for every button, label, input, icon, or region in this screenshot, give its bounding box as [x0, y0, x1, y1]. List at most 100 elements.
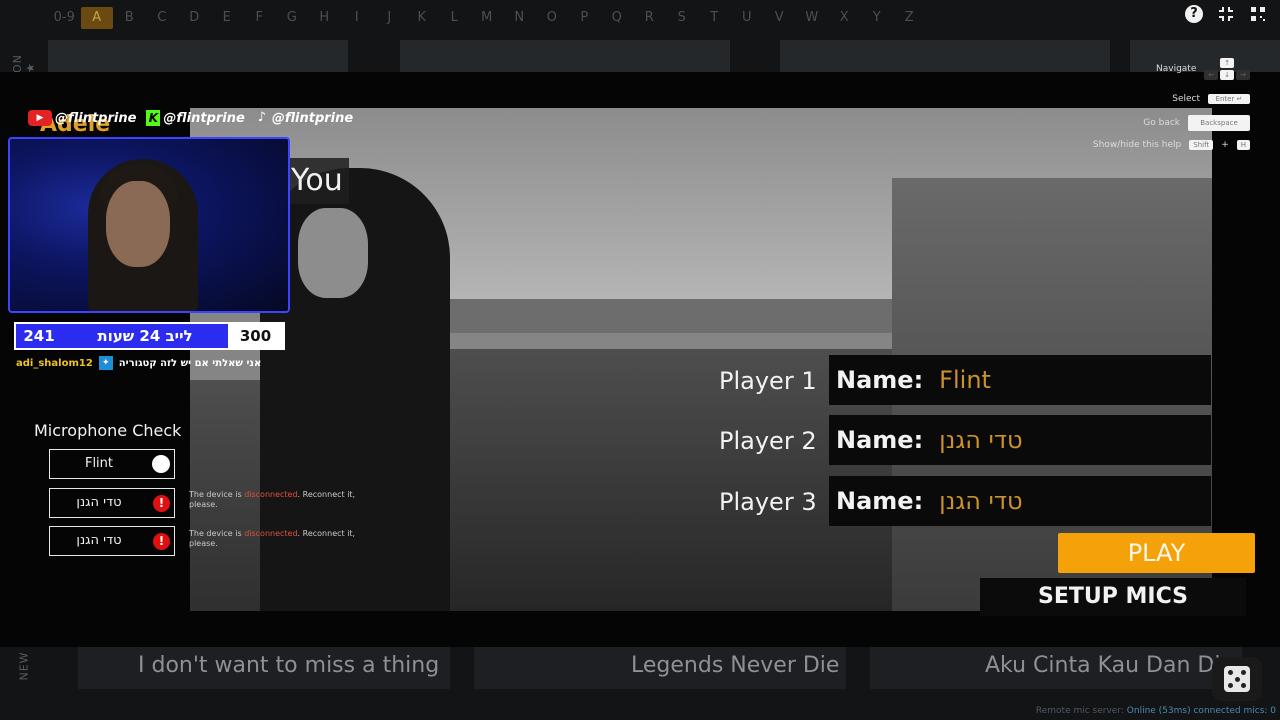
counter-left-value: 241 [23, 327, 55, 345]
song-tile-title: Aku Cinta Kau Dan Di [985, 653, 1221, 678]
counter-right-value: 300 [228, 324, 283, 348]
tiktok-icon: ♪ [257, 110, 266, 125]
alpha-item[interactable]: Q [601, 7, 634, 29]
chat-badge-icon: ✦ [98, 356, 113, 370]
qr-code-icon[interactable] [1248, 4, 1268, 24]
alpha-item[interactable]: G [276, 7, 309, 29]
social-kick: K @flintprine [146, 110, 245, 126]
name-label: Name: [836, 426, 924, 454]
enter-key: Enter ↵ [1208, 94, 1250, 104]
connected-mics: connected mics: 0 [1193, 706, 1276, 716]
mic-error-note: The device is disconnected. Reconnect it… [189, 529, 359, 549]
alpha-item[interactable]: J [373, 7, 406, 29]
player-name-value: Flint [939, 366, 991, 394]
song-tile-title: I don't want to miss a thing [138, 653, 440, 678]
alpha-item[interactable]: E [211, 7, 244, 29]
arrow-down-key: ↓ [1220, 70, 1235, 80]
youtube-icon: ▶ [28, 110, 52, 126]
social-handle: @flintprine [163, 110, 245, 126]
alpha-item[interactable]: Z [893, 7, 926, 29]
alphabet-filter-bar: 0-9 A B C D E F G H I J K L M N O P Q R … [48, 6, 926, 30]
player-3-name-field[interactable]: Name: טדי הגנן [829, 476, 1211, 526]
chat-text: אני שאלתי אם יש לזה קטגוריה [118, 357, 262, 369]
mic-check-title: Microphone Check [34, 421, 182, 440]
alpha-item[interactable]: N [503, 7, 536, 29]
plus-sign: + [1221, 140, 1229, 150]
alpha-item[interactable]: H [308, 7, 341, 29]
help-select: Select Enter ↵ [1172, 94, 1250, 104]
help-go-back: Go back Backspace [1143, 115, 1250, 131]
alpha-item[interactable]: R [633, 7, 666, 29]
song-tile-title: Legends Never Die [631, 653, 840, 678]
mic-row-1[interactable]: Flint [49, 449, 175, 479]
alpha-item[interactable]: P [568, 7, 601, 29]
chat-message: adi_shalom12 ✦ אני שאלתי אם יש לזה קטגור… [16, 356, 261, 370]
alpha-item[interactable]: B [113, 7, 146, 29]
mic-player-name: טדי הגנן [76, 533, 122, 548]
mic-note-status: disconnected [244, 490, 298, 499]
help-toggle: Show/hide this help Shift + H [1093, 140, 1250, 150]
mic-player-name: טדי הגנן [76, 495, 122, 510]
server-status-label: Remote mic server: [1035, 706, 1124, 716]
player-name-value: טדי הגנן [939, 487, 1023, 515]
alpha-item[interactable]: U [731, 7, 764, 29]
status-bar: Remote mic server: Online (53ms) connect… [1036, 706, 1276, 716]
player-2-label: Player 2 [719, 427, 817, 455]
alpha-item[interactable]: I [341, 7, 374, 29]
player-1-name-field[interactable]: Name: Flint [829, 355, 1211, 405]
mic-row-3[interactable]: טדי הגנן ! [49, 526, 175, 556]
help-go-back-label: Go back [1143, 118, 1180, 128]
alpha-item[interactable]: C [146, 7, 179, 29]
help-navigate-label: Navigate [1156, 64, 1197, 74]
play-button[interactable]: PLAY [1058, 533, 1255, 573]
alpha-item[interactable]: K [406, 7, 439, 29]
help-icon[interactable]: ? [1184, 4, 1204, 24]
mic-player-name: Flint [84, 456, 114, 471]
mic-note-text: The device is [189, 529, 245, 538]
player-2-name-field[interactable]: Name: טדי הגנן [829, 415, 1211, 465]
counter-label: לייב 24 שעות [97, 327, 193, 345]
alpha-item[interactable]: L [438, 7, 471, 29]
player-name-value: טדי הגנן [939, 426, 1023, 454]
social-youtube: ▶ @flintprine [28, 110, 136, 126]
help-select-label: Select [1172, 94, 1200, 104]
mic-error-note: The device is disconnected. Reconnect it… [189, 490, 359, 510]
song-title: You [285, 158, 349, 204]
social-handle: @flintprine [271, 110, 354, 126]
h-key: H [1236, 140, 1250, 150]
dice-icon [1224, 666, 1250, 692]
alpha-item[interactable]: X [828, 7, 861, 29]
error-icon: ! [153, 495, 170, 512]
alpha-item[interactable]: M [471, 7, 504, 29]
setup-mics-button[interactable]: SETUP MICS [980, 578, 1246, 616]
mic-row-2[interactable]: טדי הגנן ! [49, 488, 175, 518]
help-navigate: Navigate ↑ ← ↓ → [1156, 58, 1250, 80]
alpha-item[interactable]: O [536, 7, 569, 29]
alpha-item[interactable]: V [763, 7, 796, 29]
side-label-new: NEW [17, 651, 31, 681]
kick-icon: K [146, 110, 161, 126]
mic-note-text: The device is [189, 490, 245, 499]
arrow-left-key: ← [1204, 70, 1219, 80]
alpha-item[interactable]: W [796, 7, 829, 29]
mic-level-indicator [152, 455, 170, 473]
server-status-value: Online (53ms) [1126, 706, 1191, 716]
alpha-item[interactable]: D [178, 7, 211, 29]
side-label-top: ON ★ [11, 54, 37, 73]
random-song-button[interactable] [1212, 657, 1262, 701]
stream-counter-bar: 241 לייב 24 שעות 300 [14, 322, 285, 350]
mic-note-status: disconnected [244, 529, 298, 538]
exit-fullscreen-icon[interactable] [1216, 4, 1236, 24]
social-handle: @flintprine [55, 110, 137, 126]
alpha-item[interactable]: S [666, 7, 699, 29]
alpha-item-active[interactable]: A [80, 7, 113, 29]
alpha-item[interactable]: 0-9 [48, 7, 81, 29]
alpha-item[interactable]: T [698, 7, 731, 29]
alpha-item[interactable]: F [243, 7, 276, 29]
backspace-key: Backspace [1188, 115, 1250, 131]
player-3-label: Player 3 [719, 488, 817, 516]
social-handles: ▶ @flintprine K @flintprine ♪ @flintprin… [28, 110, 353, 126]
shift-key: Shift [1189, 140, 1214, 150]
name-label: Name: [836, 487, 924, 515]
alpha-item[interactable]: Y [861, 7, 894, 29]
